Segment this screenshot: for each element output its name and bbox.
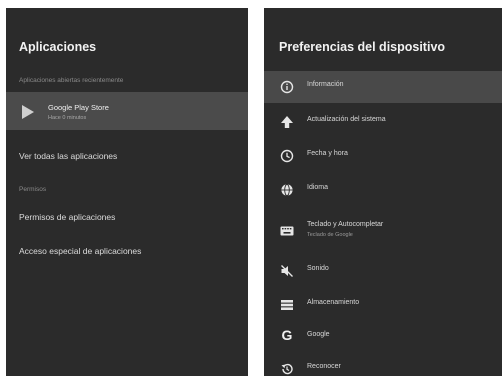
panel-title: Aplicaciones — [19, 40, 97, 54]
info-icon — [280, 80, 294, 94]
restore-icon — [281, 363, 293, 375]
pref-subtitle: Teclado de Google — [307, 232, 353, 238]
pref-label: Reconocer — [307, 363, 341, 370]
pref-label: Idioma — [307, 184, 329, 191]
pref-item-restore[interactable]: Reconocer — [264, 353, 502, 376]
pref-label: Sonido — [307, 265, 329, 272]
storage-icon — [281, 300, 293, 310]
pref-label: Almacenamiento — [307, 299, 360, 306]
see-all-apps-link[interactable]: Ver todas las aplicaciones — [19, 151, 117, 161]
device-preferences-panel: Preferencias del dispositivo Información… — [264, 8, 502, 376]
pref-item-system-update[interactable]: Actualización del sistema — [264, 106, 502, 138]
recent-app-name: Google Play Store — [48, 103, 109, 112]
recent-apps-header: Aplicaciones abiertas recientemente — [19, 77, 124, 84]
pref-item-sound[interactable]: Sonido — [264, 255, 502, 287]
globe-icon — [281, 183, 293, 197]
panel-title: Preferencias del dispositivo — [279, 40, 446, 54]
pref-label: Fecha y hora — [307, 150, 348, 157]
apps-panel: Aplicaciones Aplicaciones abiertas recie… — [6, 8, 248, 376]
pref-item-information[interactable]: Información — [264, 71, 502, 103]
recent-app-subtitle: Hace 0 minutos — [48, 115, 87, 121]
pref-label: Actualización del sistema — [307, 116, 386, 123]
google-icon: G — [281, 327, 293, 343]
keyboard-icon — [280, 226, 294, 236]
pref-item-date-time[interactable]: Fecha y hora — [264, 140, 502, 172]
system-update-icon — [281, 116, 293, 128]
play-store-icon — [22, 105, 34, 119]
pref-item-google[interactable]: G Google — [264, 321, 502, 353]
clock-icon — [280, 149, 294, 163]
app-permissions-item[interactable]: Permisos de aplicaciones — [19, 212, 115, 222]
pref-item-storage[interactable]: Almacenamiento — [264, 289, 502, 321]
permissions-header: Permisos — [19, 186, 47, 193]
pref-item-keyboard[interactable]: Teclado y Autocompletar Teclado de Googl… — [264, 213, 502, 251]
special-access-item[interactable]: Acceso especial de aplicaciones — [19, 246, 141, 256]
recent-app-row[interactable]: Google Play Store Hace 0 minutos — [6, 92, 248, 130]
pref-label: Google — [307, 331, 330, 338]
sound-icon — [281, 265, 293, 277]
pref-label: Información — [307, 81, 344, 88]
pref-label: Teclado y Autocompletar — [307, 221, 384, 228]
pref-item-language[interactable]: Idioma — [264, 174, 502, 206]
